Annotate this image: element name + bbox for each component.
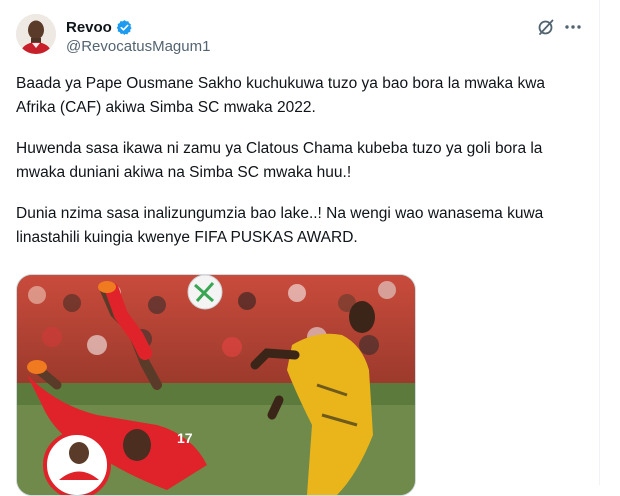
tweet-paragraph-1: Baada ya Pape Ousmane Sakho kuchukuwa tu… (16, 75, 546, 116)
author-name-line: Revoo (66, 17, 133, 37)
shirt-number: 17 (177, 430, 193, 446)
verified-badge-icon (116, 19, 133, 36)
avatar[interactable] (16, 14, 56, 54)
tweet-paragraph-3: Dunia nzima sasa inalizungumzia bao lake… (16, 205, 544, 246)
timeline-column-border (599, 0, 600, 485)
grok-icon (538, 19, 554, 35)
tweet-media-photo[interactable]: 17 (16, 274, 416, 496)
football-bicycle-kick-photo: 17 (17, 275, 415, 495)
author-display-name[interactable]: Revoo (66, 19, 112, 36)
more-horizontal-icon (565, 25, 581, 29)
tweet-text: Baada ya Pape Ousmane Sakho kuchukuwa tu… (16, 72, 588, 267)
tweet-paragraph-2: Huwenda sasa ikawa ni zamu ya Clatous Ch… (16, 140, 543, 181)
tweet-header: Revoo @RevocatusMagum1 (0, 0, 599, 62)
author-handle[interactable]: @RevocatusMagum1 (66, 38, 210, 55)
more-options-button[interactable] (562, 16, 584, 38)
grok-button[interactable] (535, 16, 557, 38)
